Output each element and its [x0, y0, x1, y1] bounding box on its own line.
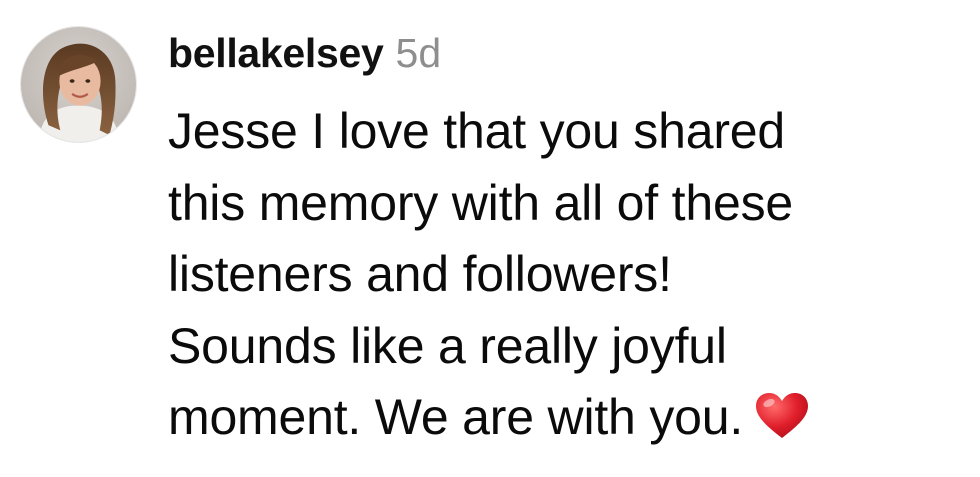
comment-line: moment. We are with you. [168, 389, 744, 445]
comment-line: this memory with all of these [168, 174, 793, 231]
profile-photo-icon [21, 27, 136, 142]
comment-line: Jesse I love that you shared [168, 103, 785, 159]
comment-text: Jesse I love that you shared this memory… [168, 96, 968, 454]
comment-line: Sounds like a really joyful [168, 317, 727, 374]
username-link[interactable]: bellakelsey [168, 30, 384, 77]
comment-meta: bellakelsey 5d [168, 30, 968, 94]
comment-content: bellakelsey 5d Jesse I love that you sha… [168, 30, 968, 454]
timestamp[interactable]: 5d [396, 30, 442, 77]
comment-line: listeners and followers! [168, 246, 672, 302]
avatar[interactable] [20, 26, 137, 143]
comment: bellakelsey 5d Jesse I love that you sha… [0, 0, 980, 477]
comment-line-last: moment. We are with you. [168, 382, 968, 454]
red-heart-icon [755, 392, 809, 440]
